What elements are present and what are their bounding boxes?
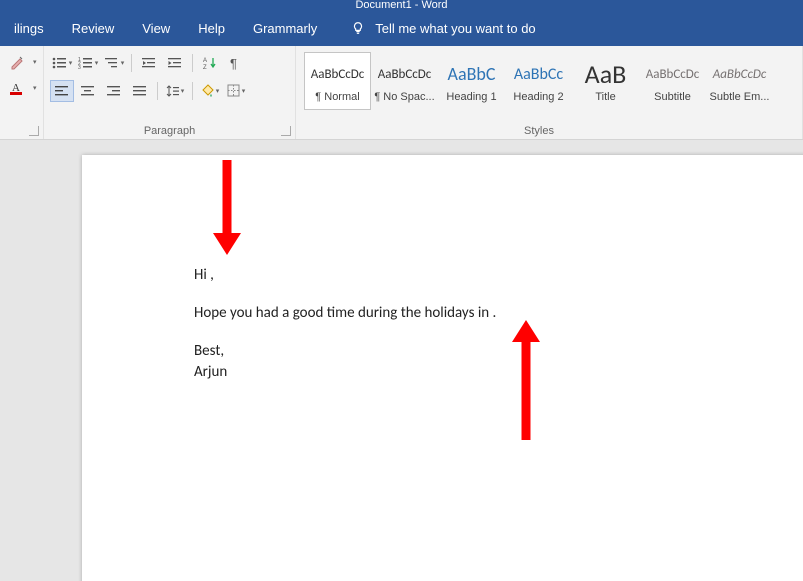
style-name-label: Heading 1 — [446, 91, 496, 103]
style-preview: AaBbCcDc — [372, 59, 437, 89]
lightbulb-icon — [351, 21, 365, 35]
title-bar: Document1 - Word — [0, 0, 803, 10]
align-left-button[interactable] — [50, 80, 74, 102]
separator — [131, 54, 132, 72]
style-subtle-em-[interactable]: AaBbCcDc Subtle Em... — [706, 52, 773, 110]
justify-button[interactable] — [128, 80, 152, 102]
show-paragraph-marks-button[interactable]: ¶ — [224, 52, 248, 74]
align-center-button[interactable] — [76, 80, 100, 102]
shading-button[interactable]: ▾ — [198, 80, 222, 102]
multilevel-list-button[interactable]: ▾ — [102, 52, 126, 74]
doc-line-greeting[interactable]: Hi , — [194, 265, 752, 287]
svg-text:3: 3 — [78, 65, 81, 70]
svg-text:A: A — [203, 58, 207, 64]
tell-me-search[interactable]: Tell me what you want to do — [351, 21, 535, 36]
svg-text:Z: Z — [203, 65, 207, 70]
style-name-label: ¶ No Spac... — [374, 91, 434, 103]
bullets-button[interactable]: ▾ — [50, 52, 74, 74]
separator — [157, 82, 158, 100]
separator — [192, 82, 193, 100]
line-spacing-button[interactable]: ▾ — [163, 80, 187, 102]
group-label-paragraph: Paragraph — [44, 125, 295, 137]
doc-line-body[interactable]: Hope you had a good time during the holi… — [194, 303, 752, 325]
style-name-label: Title — [595, 91, 615, 103]
ribbon-group-paragraph: ▾ 123▾ ▾ AZ ¶ — [44, 46, 296, 139]
tell-me-label: Tell me what you want to do — [375, 21, 535, 36]
clear-formatting-button[interactable] — [6, 52, 28, 72]
doc-line-signature[interactable]: Arjun — [194, 362, 752, 384]
chevron-down-icon: ▾ — [33, 58, 37, 66]
styles-gallery[interactable]: AaBbCcDc¶ NormalAaBbCcDc¶ No Spac...AaBb… — [304, 52, 802, 110]
dialog-launcher-icon[interactable] — [281, 126, 291, 136]
ribbon-tabs: ilings Review View Help Grammarly Tell m… — [0, 10, 803, 46]
tab-review[interactable]: Review — [58, 10, 129, 46]
style-name-label: Subtitle — [654, 91, 691, 103]
ribbon-group-styles: AaBbCcDc¶ NormalAaBbCcDc¶ No Spac...AaBb… — [296, 46, 803, 139]
decrease-indent-button[interactable] — [137, 52, 161, 74]
style-subtitle[interactable]: AaBbCcDc Subtitle — [639, 52, 706, 110]
style-preview: AaBbCc — [506, 59, 571, 89]
style-name-label: Subtle Em... — [710, 91, 770, 103]
tab-grammarly[interactable]: Grammarly — [239, 10, 331, 46]
style-name-label: Heading 2 — [513, 91, 563, 103]
style--no-spac-[interactable]: AaBbCcDc ¶ No Spac... — [371, 52, 438, 110]
dialog-launcher-icon[interactable] — [29, 126, 39, 136]
style--normal[interactable]: AaBbCcDc ¶ Normal — [304, 52, 371, 110]
window-title: Document1 - Word — [355, 0, 447, 10]
style-name-label: ¶ Normal — [315, 91, 359, 103]
style-preview: AaB — [573, 59, 638, 89]
doc-line-closing[interactable]: Best, — [194, 341, 752, 363]
style-preview: AaBbCcDc — [305, 59, 370, 89]
numbering-button[interactable]: 123▾ — [76, 52, 100, 74]
font-color-button[interactable]: A — [6, 78, 28, 98]
sort-button[interactable]: AZ — [198, 52, 222, 74]
document-canvas[interactable]: Hi , Hope you had a good time during the… — [0, 140, 803, 581]
annotation-arrow-down — [213, 160, 241, 255]
increase-indent-button[interactable] — [163, 52, 187, 74]
style-title[interactable]: AaB Title — [572, 52, 639, 110]
chevron-down-icon: ▾ — [33, 84, 37, 92]
ribbon-group-font-partial: ▾ A ▾ — [0, 46, 44, 139]
document-page[interactable]: Hi , Hope you had a good time during the… — [82, 155, 803, 581]
borders-button[interactable]: ▾ — [224, 80, 248, 102]
separator — [192, 54, 193, 72]
style-preview: AaBbCcDc — [640, 59, 705, 89]
style-preview: AaBbC — [439, 59, 504, 89]
annotation-arrow-up — [512, 320, 540, 440]
align-right-button[interactable] — [102, 80, 126, 102]
group-label-styles: Styles — [296, 125, 782, 137]
style-heading-2[interactable]: AaBbCc Heading 2 — [505, 52, 572, 110]
style-preview: AaBbCcDc — [707, 59, 772, 89]
tab-mailings[interactable]: ilings — [0, 10, 58, 46]
style-heading-1[interactable]: AaBbC Heading 1 — [438, 52, 505, 110]
svg-text:¶: ¶ — [230, 56, 237, 70]
ribbon: ▾ A ▾ ▾ 123▾ ▾ — [0, 46, 803, 140]
tab-help[interactable]: Help — [184, 10, 239, 46]
tab-view[interactable]: View — [128, 10, 184, 46]
